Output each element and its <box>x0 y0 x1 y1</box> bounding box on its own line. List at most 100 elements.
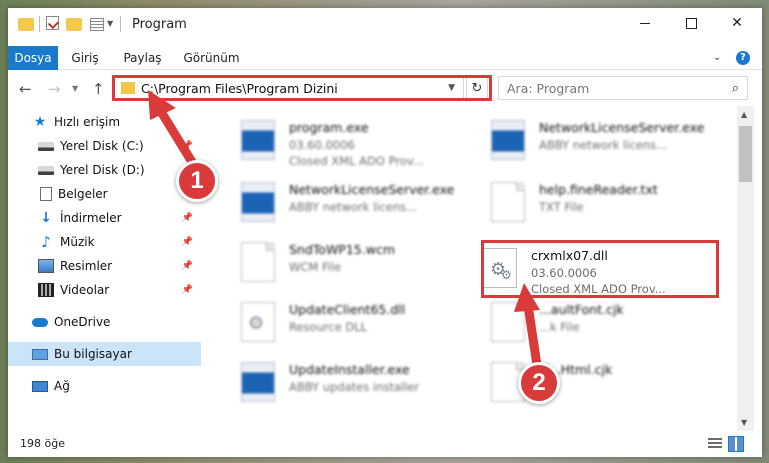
pin-icon[interactable]: 📌 <box>182 141 193 151</box>
properties-check-icon[interactable] <box>46 16 59 30</box>
back-arrow-icon[interactable]: ← <box>19 80 32 98</box>
address-path[interactable]: C:\Program Files\Program Dizini <box>141 81 338 96</box>
sidebar-item-network[interactable]: Ağ <box>8 374 201 398</box>
sidebar-item-onedrive[interactable]: OneDrive <box>8 310 201 334</box>
scroll-down-icon[interactable]: ▼ <box>741 418 747 427</box>
pictures-icon <box>38 259 54 273</box>
navigation-pane: ★ Hızlı erişim Yerel Disk (C:) 📌 Yerel D… <box>8 106 201 431</box>
sidebar-item-disk-c[interactable]: Yerel Disk (C:) 📌 <box>8 134 201 158</box>
file-item[interactable]: NetworkLicenseServer.exe ABBY network li… <box>211 176 455 234</box>
folder-icon[interactable] <box>18 18 34 31</box>
divider <box>39 16 40 32</box>
sidebar-item-label: Müzik <box>60 235 95 249</box>
videos-icon <box>38 283 54 297</box>
sidebar-item-music[interactable]: ♪ Müzik 📌 <box>8 230 201 254</box>
app-icon <box>241 362 275 402</box>
new-folder-icon[interactable] <box>66 18 82 31</box>
file-item-crxmlx07[interactable]: ⚙ ⚙ crxmlx07.dll 03.60.0006 Closed XML A… <box>453 242 693 300</box>
file-description: ABBY updates installer <box>289 380 420 394</box>
help-icon[interactable]: ? <box>736 51 750 65</box>
file-name: crxmlx07.dll <box>531 248 608 263</box>
chevron-down-icon[interactable]: ▼ <box>107 19 113 35</box>
refresh-icon: ↻ <box>471 80 483 96</box>
sidebar-item-label: Yerel Disk (D:) <box>60 163 145 177</box>
file-item[interactable]: help.fineReader.txt TXT File <box>461 176 701 234</box>
minimize-button[interactable] <box>622 8 668 38</box>
sidebar-item-label: Bu bilgisayar <box>54 347 132 361</box>
file-description: Closed XML ADO Prov... <box>289 154 424 168</box>
pin-icon[interactable]: 📌 <box>182 285 193 295</box>
file-name: UpdateClient65.dll <box>289 302 406 317</box>
file-name: NetworkLicenseServer.exe <box>289 182 455 197</box>
file-item[interactable]: NetworkLicenseServer.exe ABBY network li… <box>461 114 704 172</box>
tab-view[interactable]: Görünüm <box>174 46 249 70</box>
search-input[interactable]: Ara: Program ⌕ <box>498 76 748 100</box>
tab-file[interactable]: Dosya <box>8 46 58 70</box>
scrollbar-thumb[interactable] <box>739 126 752 182</box>
explorer-window: ▼ Program ✕ Dosya Giriş Paylaş Görünüm ⌄… <box>8 8 762 457</box>
sidebar-item-label: İndirmeler <box>60 211 122 225</box>
file-item[interactable]: ...aultFont.cjk ...k File <box>461 296 701 354</box>
sidebar-item-label: Resimler <box>60 259 113 273</box>
pin-icon[interactable]: 📌 <box>182 237 193 247</box>
sidebar-item-pictures[interactable]: Resimler 📌 <box>8 254 201 278</box>
tiles-view-icon[interactable] <box>728 436 744 452</box>
sidebar-item-label: Videolar <box>60 283 110 297</box>
address-bar[interactable]: C:\Program Files\Program Dizini ▼ <box>114 76 464 100</box>
sidebar-item-videos[interactable]: Videolar 📌 <box>8 278 201 302</box>
sidebar-item-downloads[interactable]: ↓ İndirmeler 📌 <box>8 206 201 230</box>
file-item[interactable]: UpdateInstaller.exe ABBY updates install… <box>211 356 451 414</box>
app-icon <box>491 120 525 160</box>
pin-icon[interactable]: 📌 <box>182 213 193 223</box>
expand-ribbon-icon[interactable]: ⌄ <box>713 52 723 63</box>
sidebar-item-quick-access[interactable]: ★ Hızlı erişim <box>8 110 201 134</box>
file-description: ABBY network licens... <box>289 200 418 214</box>
app-icon <box>241 182 275 222</box>
item-count: 198 öğe <box>20 437 65 450</box>
window-title: Program <box>132 17 187 32</box>
tab-share[interactable]: Paylaş <box>115 46 170 70</box>
document-icon <box>491 182 525 222</box>
chevron-down-icon[interactable]: ▼ <box>448 83 455 93</box>
sidebar-item-label: Ağ <box>54 379 70 393</box>
file-item[interactable]: Fi...Html.cjk <box>461 356 701 414</box>
gear-icon: ⚙ <box>501 268 512 282</box>
sidebar-item-label: Belgeler <box>58 187 108 201</box>
close-button[interactable]: ✕ <box>714 8 760 38</box>
recent-locations-icon[interactable]: ▼ <box>72 84 78 93</box>
search-icon[interactable]: ⌕ <box>732 81 739 96</box>
music-icon: ♪ <box>41 233 51 251</box>
sidebar-item-label: Hızlı erişim <box>54 115 121 129</box>
properties-icon[interactable] <box>90 18 104 31</box>
document-icon <box>491 302 525 342</box>
pin-icon[interactable]: 📌 <box>182 261 193 271</box>
file-name: UpdateInstaller.exe <box>289 362 410 377</box>
up-arrow-icon[interactable]: ↑ <box>92 80 105 98</box>
tab-home[interactable]: Giriş <box>60 46 110 70</box>
refresh-button[interactable]: ↻ <box>466 76 488 100</box>
sidebar-item-disk-d[interactable]: Yerel Disk (D:) 📌 <box>8 158 201 182</box>
details-view-icon[interactable] <box>708 438 722 450</box>
sidebar-item-this-pc[interactable]: Bu bilgisayar <box>8 342 201 366</box>
sidebar-item-label: OneDrive <box>54 315 111 329</box>
divider <box>120 16 121 32</box>
file-item[interactable]: program.exe 03.60.0006 Closed XML ADO Pr… <box>211 114 451 172</box>
step-2-badge: 2 <box>518 362 560 404</box>
maximize-button[interactable] <box>668 8 714 38</box>
onedrive-icon <box>32 317 48 327</box>
folder-icon <box>121 82 135 94</box>
vertical-scrollbar[interactable]: ▲ ▼ <box>737 106 754 431</box>
star-icon: ★ <box>33 114 47 130</box>
file-item[interactable]: SndToWP15.wcm WCM File <box>211 236 451 294</box>
status-bar: 198 öğe <box>8 431 762 457</box>
gear-file-icon: ⚙ ⚙ <box>483 248 517 288</box>
scroll-up-icon[interactable]: ▲ <box>741 110 747 119</box>
forward-arrow-icon[interactable]: → <box>48 80 61 98</box>
gear-icon: ⚙ <box>248 313 265 334</box>
file-type: WCM File <box>289 260 342 274</box>
sidebar-item-documents[interactable]: Belgeler 📌 <box>8 182 201 206</box>
file-name: SndToWP15.wcm <box>289 242 395 257</box>
file-description: ABBY network licens... <box>539 138 668 152</box>
file-item[interactable]: ⚙ UpdateClient65.dll Resource DLL <box>211 296 451 354</box>
step-1-badge: 1 <box>176 160 218 202</box>
